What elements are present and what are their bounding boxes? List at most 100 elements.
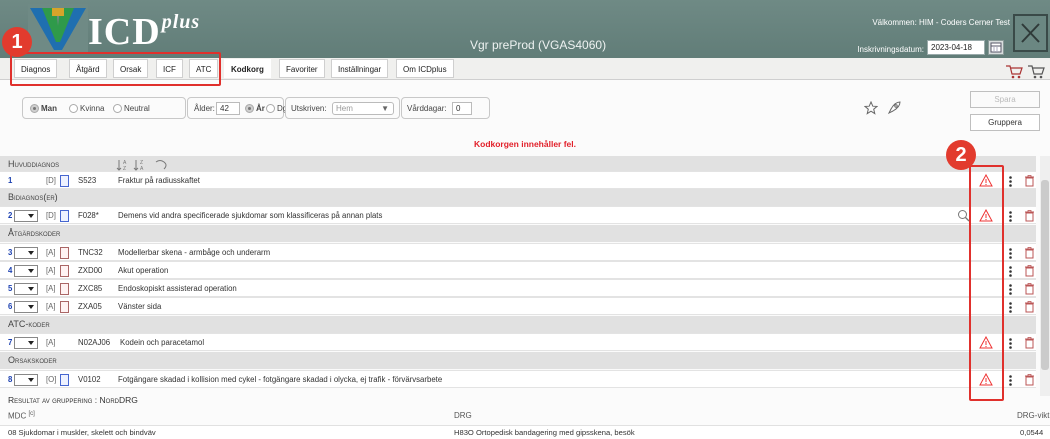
code-row-3[interactable]: 3 [A] TNC32 Modellerbar skena - armbåge … bbox=[0, 243, 1036, 261]
more-options-icon[interactable] bbox=[1009, 338, 1012, 349]
delete-icon[interactable] bbox=[1025, 210, 1034, 222]
code-row-1[interactable]: 1 [D] S523 Fraktur på radiusskaftet bbox=[0, 171, 1036, 189]
row-number: 7 bbox=[8, 338, 13, 347]
age-label: Ålder: bbox=[194, 104, 215, 113]
sex-option-neutral[interactable]: Neutral bbox=[113, 104, 150, 113]
delete-icon[interactable] bbox=[1025, 283, 1034, 295]
tab-om-icdplus[interactable]: Om ICDplus bbox=[396, 59, 454, 78]
close-button[interactable] bbox=[1013, 14, 1048, 52]
priority-dropdown[interactable] bbox=[14, 210, 38, 222]
document-icon[interactable] bbox=[60, 301, 69, 313]
row-description: Demens vid andra specificerade sjukdomar… bbox=[118, 211, 383, 220]
priority-dropdown[interactable] bbox=[14, 265, 38, 277]
callout-2-badge: 2 bbox=[946, 140, 976, 170]
code-row-8[interactable]: 8 [O] V0102 Fotgängare skadad i kollisio… bbox=[0, 370, 1036, 388]
drg-value: H83O Ortopedisk bandagering med gipssken… bbox=[454, 428, 635, 437]
row-tag: [A] bbox=[46, 284, 56, 293]
environment-title: Vgr preProd (VGAS4060) bbox=[470, 38, 607, 52]
row-number: 4 bbox=[8, 266, 13, 275]
priority-dropdown[interactable] bbox=[14, 374, 38, 386]
delete-icon[interactable] bbox=[1025, 374, 1034, 386]
mdc-value: 08 Sjukdomar i muskler, skelett och bind… bbox=[8, 428, 156, 437]
document-icon[interactable] bbox=[60, 283, 69, 295]
row-number: 3 bbox=[8, 248, 13, 257]
delete-icon[interactable] bbox=[1025, 301, 1034, 313]
tab-favoriter[interactable]: Favoriter bbox=[279, 59, 325, 78]
priority-dropdown[interactable] bbox=[14, 337, 38, 349]
document-icon[interactable] bbox=[60, 175, 69, 187]
section-atc-codes: ATC-koder bbox=[0, 316, 1036, 333]
document-icon[interactable] bbox=[60, 374, 69, 386]
admission-date-label: Inskrivningsdatum: bbox=[857, 45, 924, 54]
row-description: Vänster sida bbox=[118, 302, 162, 311]
row-code: ZXD00 bbox=[78, 266, 103, 275]
delete-icon[interactable] bbox=[1025, 175, 1034, 187]
more-options-icon[interactable] bbox=[1009, 375, 1012, 386]
care-days-input[interactable]: 0 bbox=[452, 102, 472, 115]
sex-option-man[interactable]: Man bbox=[30, 104, 57, 113]
radio-kvinna-icon[interactable] bbox=[69, 104, 78, 113]
document-icon[interactable] bbox=[60, 247, 69, 259]
row-code: V0102 bbox=[78, 375, 101, 384]
row-description: Modellerbar skena - armbåge och underarm bbox=[118, 248, 271, 257]
age-input[interactable]: 42 bbox=[216, 102, 240, 115]
sex-option-kvinna[interactable]: Kvinna bbox=[69, 104, 104, 113]
delete-icon[interactable] bbox=[1025, 247, 1034, 259]
tab-installningar[interactable]: Inställningar bbox=[331, 59, 389, 78]
radio-ar-icon[interactable] bbox=[245, 104, 254, 113]
rocket-icon[interactable] bbox=[886, 100, 902, 116]
row-code: N02AJ06 bbox=[78, 338, 111, 347]
tab-kodkorg[interactable]: Kodkorg bbox=[224, 59, 271, 78]
section-main-diagnosis-label: Huvuddiagnos bbox=[8, 159, 60, 169]
save-button[interactable]: Spara bbox=[970, 91, 1040, 108]
age-unit-ar[interactable]: År bbox=[245, 104, 265, 113]
warnings-highlight-box bbox=[969, 165, 1004, 401]
code-row-4[interactable]: 4 [A] ZXD00 Akut operation bbox=[0, 261, 1036, 279]
row-number: 5 bbox=[8, 284, 13, 293]
radio-man-icon[interactable] bbox=[30, 104, 39, 113]
drg-weight-header: DRG-vikt bbox=[1017, 411, 1050, 420]
row-code: F028* bbox=[78, 211, 99, 220]
row-tag: [A] bbox=[46, 338, 56, 347]
more-options-icon[interactable] bbox=[1009, 211, 1012, 222]
drg-weight-value: 0,0544 bbox=[1020, 428, 1044, 437]
code-row-6[interactable]: 6 [A] ZXA05 Vänster sida bbox=[0, 297, 1036, 315]
code-row-2[interactable]: 2 [D] F028* Demens vid andra specificera… bbox=[0, 206, 1036, 224]
row-number: 8 bbox=[8, 375, 13, 384]
row-tag: [D] bbox=[46, 211, 56, 220]
radio-dgr-icon[interactable] bbox=[266, 104, 275, 113]
more-options-icon[interactable] bbox=[1009, 248, 1012, 259]
sort-icons[interactable]: AZ ZA bbox=[116, 159, 176, 171]
more-options-icon[interactable] bbox=[1009, 266, 1012, 277]
group-button[interactable]: Gruppera bbox=[970, 114, 1040, 131]
priority-dropdown[interactable] bbox=[14, 301, 38, 313]
priority-dropdown[interactable] bbox=[14, 283, 38, 295]
more-options-icon[interactable] bbox=[1009, 176, 1012, 187]
delete-icon[interactable] bbox=[1025, 337, 1034, 349]
row-number: 2 bbox=[8, 211, 13, 220]
radio-neutral-icon[interactable] bbox=[113, 104, 122, 113]
document-icon[interactable] bbox=[60, 210, 69, 222]
more-options-icon[interactable] bbox=[1009, 302, 1012, 313]
row-description: Kodein och paracetamol bbox=[120, 338, 205, 347]
row-tag: [A] bbox=[46, 302, 56, 311]
code-row-5[interactable]: 5 [A] ZXC85 Endoskopiskt assisterad oper… bbox=[0, 279, 1036, 297]
scrollbar-thumb[interactable] bbox=[1041, 180, 1049, 370]
admission-date-input[interactable]: 2023-04-18 bbox=[927, 40, 985, 55]
document-icon[interactable] bbox=[60, 265, 69, 277]
more-options-icon[interactable] bbox=[1009, 284, 1012, 295]
discharge-select[interactable]: Hem ▼ bbox=[332, 102, 394, 115]
section-secondary-diagnoses: Bidiagnos(er) bbox=[0, 189, 1036, 206]
calendar-icon[interactable] bbox=[988, 40, 1004, 55]
row-tag: [O] bbox=[46, 375, 57, 384]
priority-dropdown[interactable] bbox=[14, 247, 38, 259]
brand-logo-text: ICDplus bbox=[88, 11, 201, 53]
code-basket-icon[interactable] bbox=[1003, 62, 1047, 80]
vgr-logo-icon bbox=[28, 4, 88, 54]
error-message: Kodkorgen innehåller fel. bbox=[473, 139, 577, 149]
discharge-label: Utskriven: bbox=[291, 104, 327, 113]
row-tag: [A] bbox=[46, 248, 56, 257]
star-icon[interactable] bbox=[864, 101, 878, 115]
delete-icon[interactable] bbox=[1025, 265, 1034, 277]
code-row-7[interactable]: 7 [A] N02AJ06 Kodein och paracetamol bbox=[0, 333, 1036, 351]
